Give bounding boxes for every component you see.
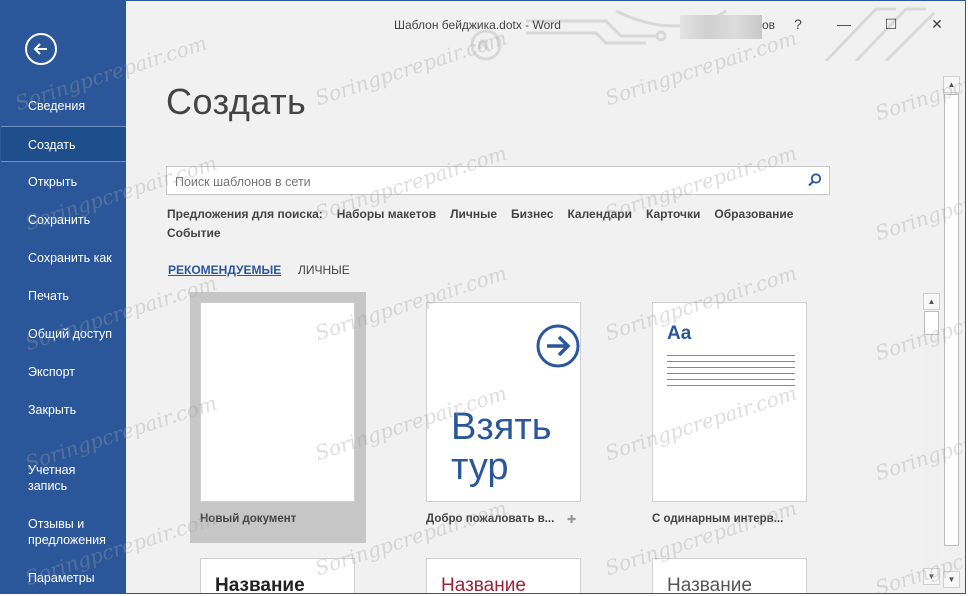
suggestion-link[interactable]: Личные	[450, 207, 497, 221]
suggestion-link[interactable]: Наборы макетов	[337, 207, 436, 221]
page-scrollbar[interactable]: ▲ ▼	[943, 76, 960, 588]
back-button[interactable]	[25, 33, 57, 65]
sidebar-item-save-as[interactable]: Сохранить как	[1, 250, 126, 266]
scroll-thumb[interactable]	[944, 94, 959, 546]
template-thumbnail[interactable]: Название	[200, 558, 355, 593]
scroll-thumb[interactable]	[924, 311, 939, 335]
user-name-blurred[interactable]	[680, 15, 762, 39]
template-caption: Новый документ	[200, 513, 297, 525]
title-bar: Шаблон бейджика.dotx - Word ов ? — ☐ ✕	[126, 1, 965, 61]
arrow-right-circle-icon	[536, 324, 580, 368]
templates-scrollbar[interactable]: ▲ ▼	[923, 293, 940, 585]
sidebar-item-new[interactable]: Создать	[1, 126, 126, 162]
sidebar-item-account[interactable]: Учетная запись	[1, 462, 126, 494]
suggestions-label: Предложения для поиска:	[167, 207, 323, 221]
suggestion-link[interactable]: Бизнес	[511, 207, 553, 221]
back-arrow-icon	[33, 43, 47, 55]
scroll-up-arrow[interactable]: ▲	[923, 293, 940, 310]
suggestion-link[interactable]: Событие	[167, 226, 221, 240]
sidebar-item-feedback[interactable]: Отзывы и предложения	[1, 516, 126, 548]
backstage-sidebar: Сведения Создать Открыть Сохранить Сохра…	[1, 1, 126, 593]
sidebar-item-info[interactable]: Сведения	[1, 98, 126, 114]
user-name-suffix: ов	[762, 18, 776, 32]
scroll-up-arrow[interactable]: ▲	[943, 76, 960, 93]
template-caption: С одинарным интерв...	[652, 513, 784, 525]
sidebar-item-save[interactable]: Сохранить	[1, 212, 126, 228]
scroll-down-arrow[interactable]: ▼	[923, 568, 940, 585]
page-title: Создать	[166, 81, 307, 122]
thumb-text-lines	[667, 355, 795, 391]
template-thumbnail-blank[interactable]	[200, 302, 355, 502]
sidebar-item-options[interactable]: Параметры	[1, 570, 126, 586]
help-button[interactable]: ?	[785, 11, 811, 37]
template-thumbnail-single-spaced[interactable]: Aa	[652, 302, 807, 502]
search-suggestions: Предложения для поиска: Наборы макетов Лич…	[167, 205, 847, 243]
sidebar-item-close[interactable]: Закрыть	[1, 402, 126, 418]
word-backstage-window: Сведения Создать Открыть Сохранить Сохра…	[0, 0, 966, 594]
template-thumbnail-tour[interactable]: Взять тур	[426, 302, 581, 502]
search-icon[interactable]	[807, 172, 823, 188]
suggestion-link[interactable]: Календари	[567, 207, 632, 221]
sidebar-item-print[interactable]: Печать	[1, 288, 126, 304]
sidebar-item-export[interactable]: Экспорт	[1, 364, 126, 380]
tab-featured[interactable]: РЕКОМЕНДУЕМЫЕ	[168, 263, 281, 277]
template-caption: Добро пожаловать в...	[426, 513, 555, 525]
close-button[interactable]: ✕	[924, 11, 950, 37]
minimize-button[interactable]: —	[831, 11, 857, 37]
template-thumbnail[interactable]: Название	[652, 558, 807, 593]
tour-text: Взять тур	[451, 406, 552, 488]
pin-icon[interactable]: ✚	[567, 513, 576, 526]
tab-personal[interactable]: ЛИЧНЫЕ	[298, 263, 350, 277]
template-thumbnail[interactable]: Название	[426, 558, 581, 593]
sidebar-item-open[interactable]: Открыть	[1, 174, 126, 190]
scroll-down-arrow[interactable]: ▼	[943, 571, 960, 588]
suggestion-link[interactable]: Карточки	[646, 207, 700, 221]
suggestion-link[interactable]: Образование	[714, 207, 793, 221]
template-search-box	[166, 166, 830, 195]
sidebar-item-share[interactable]: Общий доступ	[1, 326, 126, 342]
template-search-input[interactable]	[173, 171, 797, 193]
maximize-button[interactable]: ☐	[878, 11, 904, 37]
thumb-heading: Aa	[667, 323, 692, 344]
window-title: Шаблон бейджика.dotx - Word	[394, 18, 561, 32]
